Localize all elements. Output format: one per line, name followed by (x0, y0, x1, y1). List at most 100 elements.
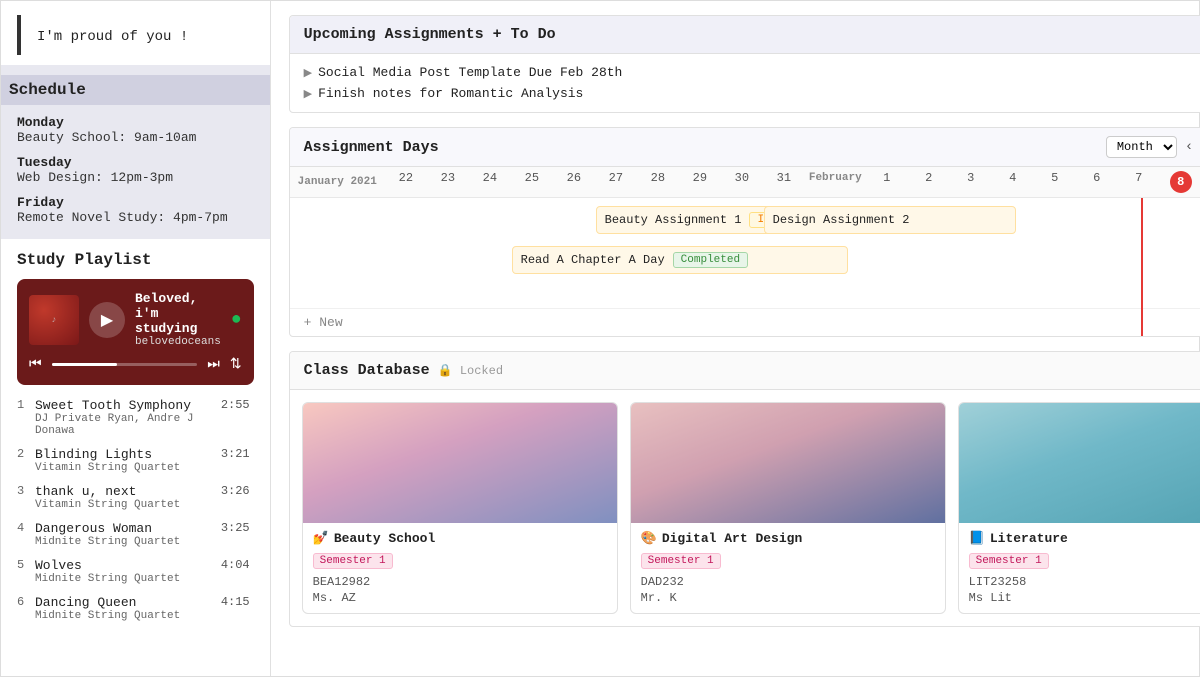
track-artist: Midnite String Quartet (35, 536, 213, 548)
today-line (1141, 198, 1143, 336)
share-icon[interactable]: ⇅ (230, 356, 242, 373)
date-cell[interactable]: 3 (950, 167, 992, 197)
card-body: 💅 Beauty School Semester 1 BEA12982 Ms. … (303, 523, 617, 613)
date-cell[interactable]: 4 (992, 167, 1034, 197)
track-item[interactable]: 3 thank u, next Vitamin String Quartet 3… (17, 479, 250, 516)
date-cell[interactable]: 25 (511, 167, 553, 197)
track-item[interactable]: 4 Dangerous Woman Midnite String Quartet… (17, 516, 250, 553)
class-cards: 💅 Beauty School Semester 1 BEA12982 Ms. … (290, 390, 1200, 626)
date-cell[interactable]: 2 (908, 167, 950, 197)
card-image (959, 403, 1200, 523)
track-num: 4 (17, 521, 35, 535)
right-panel: Upcoming Assignments + To Do ▶Social Med… (271, 1, 1200, 676)
motivational-quote: I'm proud of you ! (17, 15, 254, 55)
card-semester: Semester 1 (641, 553, 721, 569)
date-cell[interactable]: 6 (1076, 167, 1118, 197)
schedule-day: FridayRemote Novel Study: 4pm-7pm (17, 195, 254, 225)
todo-item: ▶Finish notes for Romantic Analysis (304, 83, 1200, 104)
schedule-section: Schedule MondayBeauty School: 9am-10amTu… (1, 65, 270, 239)
date-cell[interactable]: 29 (679, 167, 721, 197)
card-body: 📘 Literature Semester 1 LIT23258 Ms Lit (959, 523, 1200, 613)
gantt-bar[interactable]: Design Assignment 2 (764, 206, 1016, 234)
card-semester: Semester 1 (969, 553, 1049, 569)
gantt-bar[interactable]: Read A Chapter A DayCompleted (512, 246, 848, 274)
card-name: Literature (990, 531, 1068, 546)
date-cell[interactable]: 23 (427, 167, 469, 197)
track-item[interactable]: 6 Dancing Queen Midnite String Quartet 4… (17, 590, 250, 627)
todo-list: ▶Social Media Post Template Due Feb 28th… (290, 54, 1200, 112)
progress-bar-fill (52, 363, 118, 366)
today-circle: 8 (1170, 171, 1192, 193)
track-name: Dancing Queen (35, 595, 213, 610)
add-new-button[interactable]: + New (290, 308, 1200, 336)
track-info: Wolves Midnite String Quartet (35, 558, 213, 585)
progress-bar[interactable] (52, 363, 198, 366)
date-cell[interactable]: 28 (637, 167, 679, 197)
todo-text: Social Media Post Template Due Feb 28th (318, 65, 622, 80)
todo-arrow: ▶ (304, 87, 312, 101)
schedule-title: Schedule (1, 75, 270, 105)
upcoming-header: Upcoming Assignments + To Do (290, 16, 1200, 54)
date-cell[interactable]: 24 (469, 167, 511, 197)
card-name: Beauty School (334, 531, 435, 546)
class-card[interactable]: 🎨 Digital Art Design Semester 1 DAD232 M… (630, 402, 946, 614)
track-name: Dangerous Woman (35, 521, 213, 536)
track-duration: 4:15 (221, 595, 250, 609)
play-button[interactable]: ▶ (89, 302, 125, 338)
track-num: 6 (17, 595, 35, 609)
date-cell[interactable]: 7 (1118, 167, 1160, 197)
prev-arrow[interactable]: ‹ (1185, 139, 1193, 155)
card-name: Digital Art Design (662, 531, 802, 546)
track-item[interactable]: 5 Wolves Midnite String Quartet 4:04 (17, 553, 250, 590)
class-card[interactable]: 💅 Beauty School Semester 1 BEA12982 Ms. … (302, 402, 618, 614)
track-artist: DJ Private Ryan, Andre J Donawa (35, 413, 213, 437)
track-artist: Vitamin String Quartet (35, 499, 213, 511)
date-cell[interactable]: 22 (385, 167, 427, 197)
date-cell[interactable]: 5 (1034, 167, 1076, 197)
track-info: thank u, next Vitamin String Quartet (35, 484, 213, 511)
track-name: Wolves (35, 558, 213, 573)
month-select[interactable]: Month Week Day (1106, 136, 1177, 158)
track-item[interactable]: 1 Sweet Tooth Symphony DJ Private Ryan, … (17, 393, 250, 442)
player-controls: ⏮ ⏭ ⇅ (29, 356, 242, 373)
class-card[interactable]: 📘 Literature Semester 1 LIT23258 Ms Lit (958, 402, 1200, 614)
date-cell[interactable]: 1 (866, 167, 908, 197)
gantt-bar-label: Read A Chapter A Day (521, 253, 665, 267)
tracks-list: 1 Sweet Tooth Symphony DJ Private Ryan, … (17, 393, 254, 627)
date-cell[interactable]: 27 (595, 167, 637, 197)
gantt-bars: Beauty Assignment 1In progressDesign Ass… (290, 198, 1200, 308)
class-db-title: Class Database (304, 362, 430, 379)
playlist-title: Study Playlist (17, 251, 254, 269)
card-teacher: Mr. K (641, 591, 935, 605)
track-num: 2 (17, 447, 35, 461)
upcoming-title: Upcoming Assignments + To Do (304, 26, 1200, 43)
card-emoji: 🎨 (641, 531, 657, 546)
calendar-title: Assignment Days (304, 139, 439, 156)
track-duration: 3:21 (221, 447, 250, 461)
assignment-days-section: Assignment Days Month Week Day ‹ Today ›… (289, 127, 1200, 337)
card-emoji: 💅 (313, 531, 329, 546)
track-num: 5 (17, 558, 35, 572)
class-database-section: Class Database 🔒 Locked 💅 Beauty School … (289, 351, 1200, 627)
play-icon: ▶ (101, 310, 113, 330)
upcoming-assignments-section: Upcoming Assignments + To Do ▶Social Med… (289, 15, 1200, 113)
class-db-header: Class Database 🔒 Locked (290, 352, 1200, 390)
date-cell[interactable]: 8 (1160, 167, 1200, 197)
calendar-controls: Month Week Day ‹ Today › (1106, 136, 1200, 158)
calendar-dates-row: January 2021 22232425262728293031Februar… (290, 167, 1200, 198)
date-cell[interactable]: 30 (721, 167, 763, 197)
date-cell[interactable]: 26 (553, 167, 595, 197)
track-name: Blinding Lights (35, 447, 213, 462)
track-duration: 2:55 (221, 398, 250, 412)
track-item[interactable]: 2 Blinding Lights Vitamin String Quartet… (17, 442, 250, 479)
card-title: 🎨 Digital Art Design (641, 531, 935, 546)
card-emoji: 📘 (969, 531, 985, 546)
date-cell[interactable]: 31 (763, 167, 805, 197)
card-semester: Semester 1 (313, 553, 393, 569)
skip-forward-icon[interactable]: ⏭ (207, 357, 220, 373)
gantt-bar-label: Design Assignment 2 (773, 213, 910, 227)
skip-back-icon[interactable]: ⏮ (29, 357, 42, 373)
track-duration: 3:26 (221, 484, 250, 498)
track-duration: 4:04 (221, 558, 250, 572)
todo-item: ▶Social Media Post Template Due Feb 28th (304, 62, 1200, 83)
